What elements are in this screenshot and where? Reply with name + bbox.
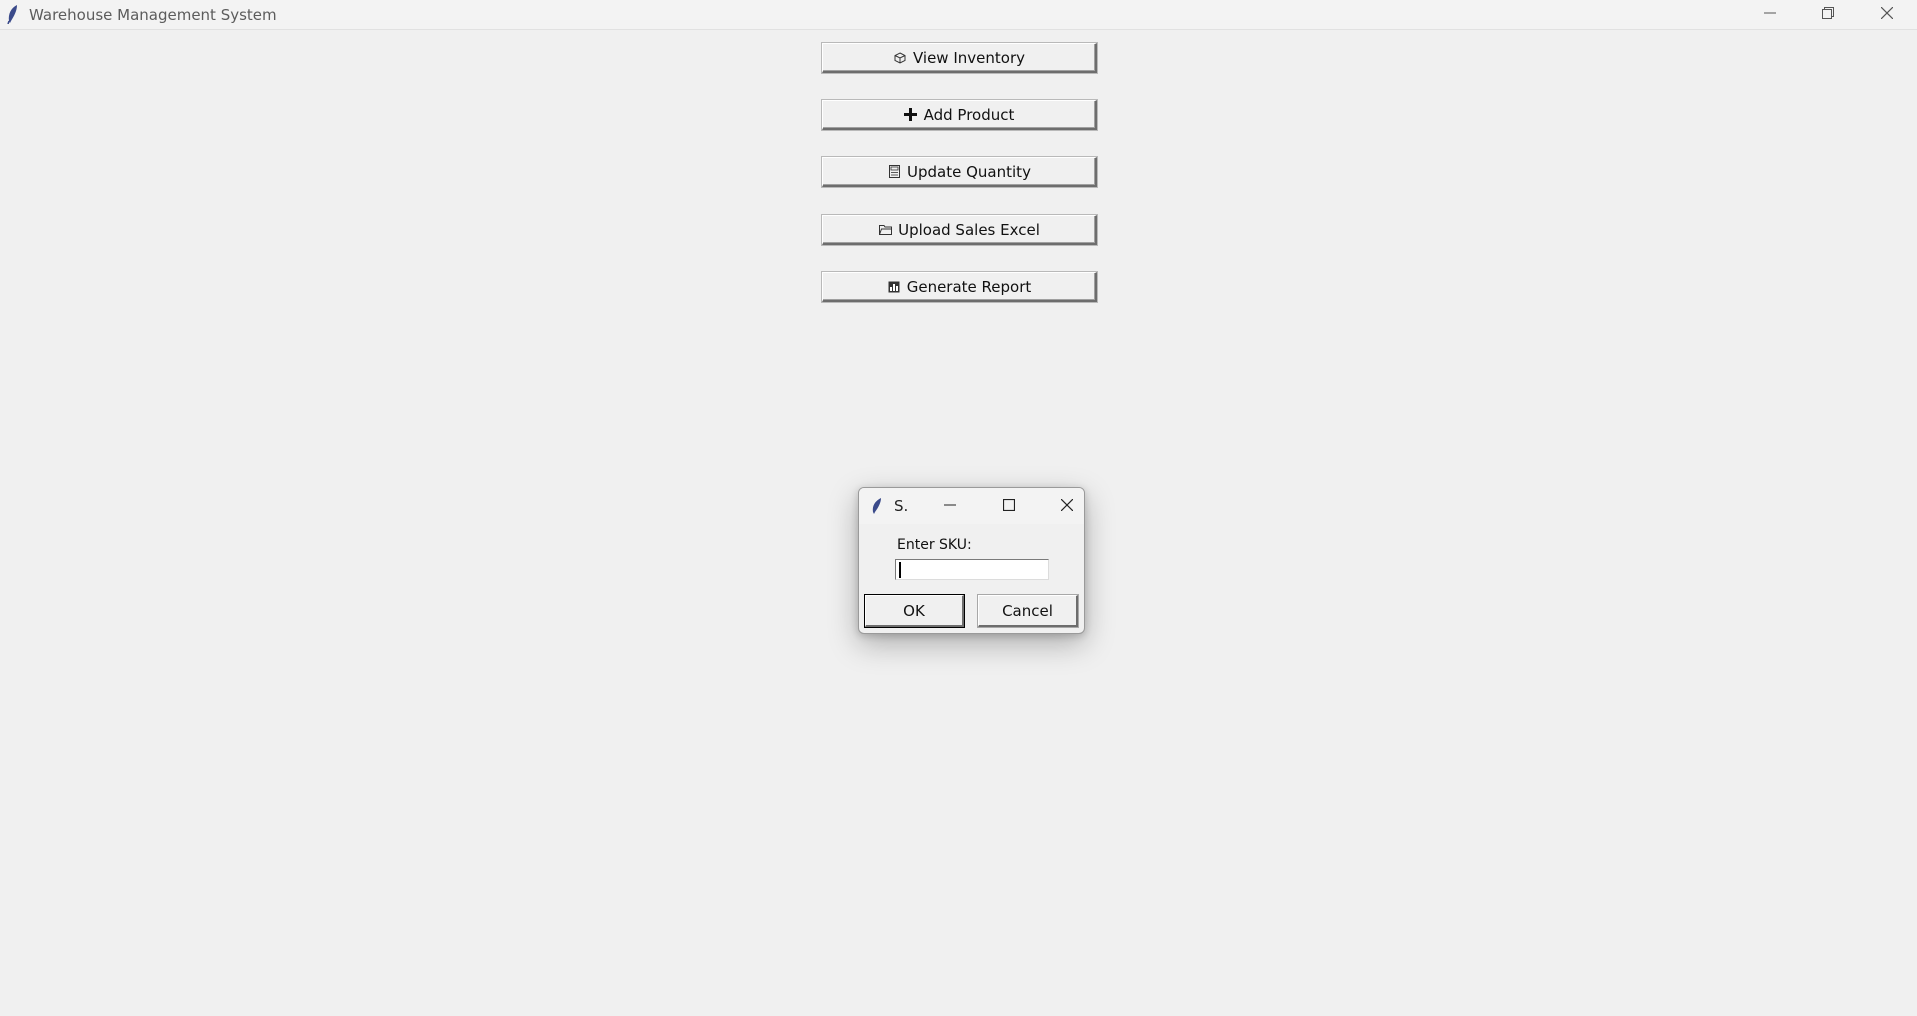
dialog-title: S. bbox=[894, 497, 909, 515]
view-inventory-label: View Inventory bbox=[912, 48, 1025, 67]
feather-icon bbox=[5, 4, 21, 25]
cancel-button-label: Cancel bbox=[1002, 601, 1053, 620]
sku-input[interactable] bbox=[895, 559, 1049, 580]
package-icon bbox=[893, 51, 907, 65]
folder-icon bbox=[878, 223, 892, 237]
calculator-icon bbox=[887, 165, 901, 179]
app-window: Warehouse Management System View Invento… bbox=[0, 0, 1917, 1016]
restore-button[interactable] bbox=[1799, 0, 1857, 29]
minimize-icon bbox=[944, 498, 956, 516]
generate-report-button[interactable]: Generate Report bbox=[822, 272, 1097, 302]
update-quantity-button[interactable]: Update Quantity bbox=[822, 157, 1097, 187]
cancel-button[interactable]: Cancel bbox=[978, 595, 1078, 627]
ok-button[interactable]: OK bbox=[865, 595, 964, 627]
restore-icon bbox=[1822, 6, 1834, 24]
chart-icon bbox=[887, 280, 901, 294]
dialog-close-button[interactable] bbox=[1052, 494, 1082, 520]
feather-icon bbox=[870, 497, 884, 515]
text-caret bbox=[899, 562, 901, 578]
dialog-minimize-button[interactable] bbox=[935, 494, 965, 520]
sku-prompt-label: Enter SKU: bbox=[897, 537, 972, 553]
plus-icon bbox=[904, 108, 918, 122]
add-product-button[interactable]: Add Product bbox=[822, 100, 1097, 130]
close-icon bbox=[1060, 498, 1074, 516]
ok-button-label: OK bbox=[903, 601, 925, 620]
close-button[interactable] bbox=[1858, 0, 1916, 29]
dialog-title-bar[interactable]: S. bbox=[859, 488, 1084, 524]
view-inventory-button[interactable]: View Inventory bbox=[822, 43, 1097, 73]
close-icon bbox=[1880, 6, 1894, 24]
minimize-button[interactable] bbox=[1741, 0, 1799, 29]
sku-dialog: S. Enter SKU: OK Cancel bbox=[858, 487, 1085, 634]
window-title: Warehouse Management System bbox=[29, 6, 277, 24]
generate-report-label: Generate Report bbox=[906, 277, 1032, 296]
upload-sales-excel-label: Upload Sales Excel bbox=[898, 220, 1040, 239]
add-product-label: Add Product bbox=[923, 105, 1015, 124]
upload-sales-excel-button[interactable]: Upload Sales Excel bbox=[822, 215, 1097, 245]
update-quantity-label: Update Quantity bbox=[907, 162, 1031, 181]
maximize-icon bbox=[1002, 498, 1016, 516]
minimize-icon bbox=[1764, 6, 1776, 24]
title-bar[interactable]: Warehouse Management System bbox=[0, 0, 1917, 30]
dialog-maximize-button[interactable] bbox=[994, 494, 1024, 520]
